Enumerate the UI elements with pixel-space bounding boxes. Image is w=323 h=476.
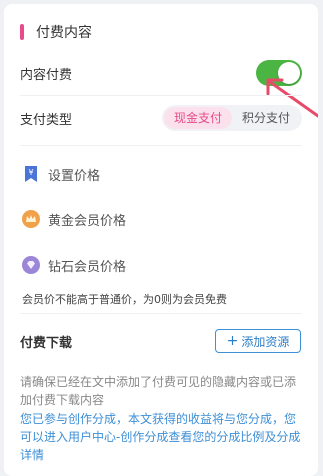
paid-content-toggle[interactable] xyxy=(256,60,302,86)
payment-option-points[interactable]: 积分支付 xyxy=(232,107,300,129)
divider xyxy=(20,95,302,96)
gold-member-price-item[interactable]: 黄金会员价格 xyxy=(22,209,126,229)
add-resource-label: 添加资源 xyxy=(241,334,290,349)
set-price-label: 设置价格 xyxy=(48,168,101,184)
section-header: 付费内容 xyxy=(20,22,92,42)
section-title: 付费内容 xyxy=(36,25,92,41)
diamond-member-price-label: 钻石会员价格 xyxy=(48,259,127,275)
gold-crown-icon xyxy=(22,210,40,228)
diamond-member-price-item[interactable]: 钻石会员价格 xyxy=(22,255,126,275)
yen-tag-icon: ¥ xyxy=(22,165,40,183)
diamond-icon xyxy=(22,256,40,274)
paid-content-label: 内容付费 xyxy=(20,67,73,83)
toggle-knob xyxy=(278,62,300,84)
divider xyxy=(20,145,302,146)
payment-type-label: 支付类型 xyxy=(20,112,73,128)
paid-content-row: 内容付费 xyxy=(20,60,302,86)
payment-type-segmented: 现金支付 积分支付 xyxy=(161,105,302,131)
download-hint: 请确保已经在文中添加了付费可见的隐藏内容或已添加付费下载内容 xyxy=(20,375,297,407)
payment-option-cash[interactable]: 现金支付 xyxy=(163,107,232,129)
title-accent-bar xyxy=(20,24,24,40)
member-price-note: 会员价不能高于普通价，为0则为会员免费 xyxy=(22,293,227,306)
payment-type-row: 支付类型 现金支付 积分支付 xyxy=(20,105,302,131)
paid-content-card: 付费内容 内容付费 支付类型 现金支付 积分支付 ¥ 设置价格 黄金会员价格 钻… xyxy=(4,4,318,476)
divider xyxy=(20,313,302,314)
paid-download-title: 付费下载 xyxy=(20,336,73,351)
add-resource-button[interactable]: + 添加资源 xyxy=(215,329,301,353)
gold-member-price-label: 黄金会员价格 xyxy=(48,213,127,229)
revenue-share-info[interactable]: 您已参与创作分成，本文获得的收益将与您分成，您可以进入用户中心-创作分成查看您的… xyxy=(20,410,306,464)
plus-icon: + xyxy=(226,333,239,349)
svg-text:¥: ¥ xyxy=(28,168,33,177)
set-price-item[interactable]: ¥ 设置价格 xyxy=(22,164,100,184)
